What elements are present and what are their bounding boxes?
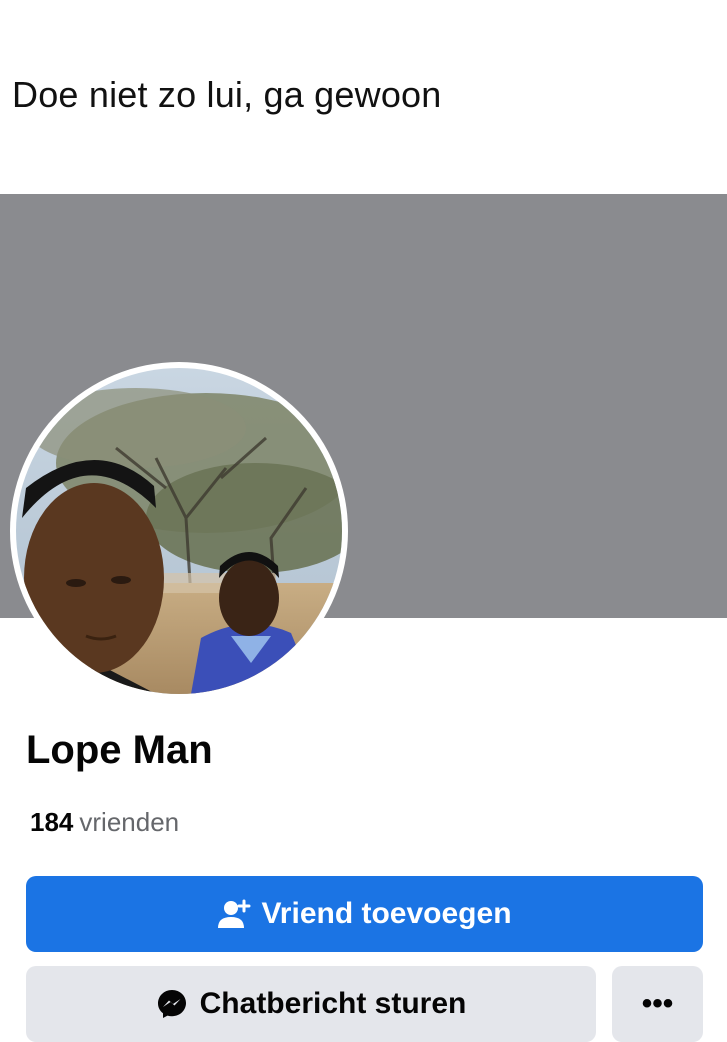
add-friend-button[interactable]: Vriend toevoegen <box>26 876 703 952</box>
friends-label: vrienden <box>79 807 180 837</box>
more-options-button[interactable]: ••• <box>612 966 703 1042</box>
friends-count-line[interactable]: 184 vrienden <box>30 807 179 838</box>
send-message-label: Chatbericht sturen <box>199 987 467 1020</box>
messenger-icon <box>156 988 188 1020</box>
add-friend-label: Vriend toevoegen <box>261 897 512 930</box>
post-caption: Doe niet zo lui, ga gewoon <box>12 74 442 115</box>
friends-count: 184 <box>30 807 74 837</box>
add-friend-icon <box>217 899 251 929</box>
profile-name: Lope Man <box>26 728 213 772</box>
send-message-button[interactable]: Chatbericht sturen <box>26 966 596 1042</box>
profile-photo-image <box>16 368 342 694</box>
profile-picture[interactable] <box>10 362 348 700</box>
more-options-icon: ••• <box>641 987 674 1020</box>
